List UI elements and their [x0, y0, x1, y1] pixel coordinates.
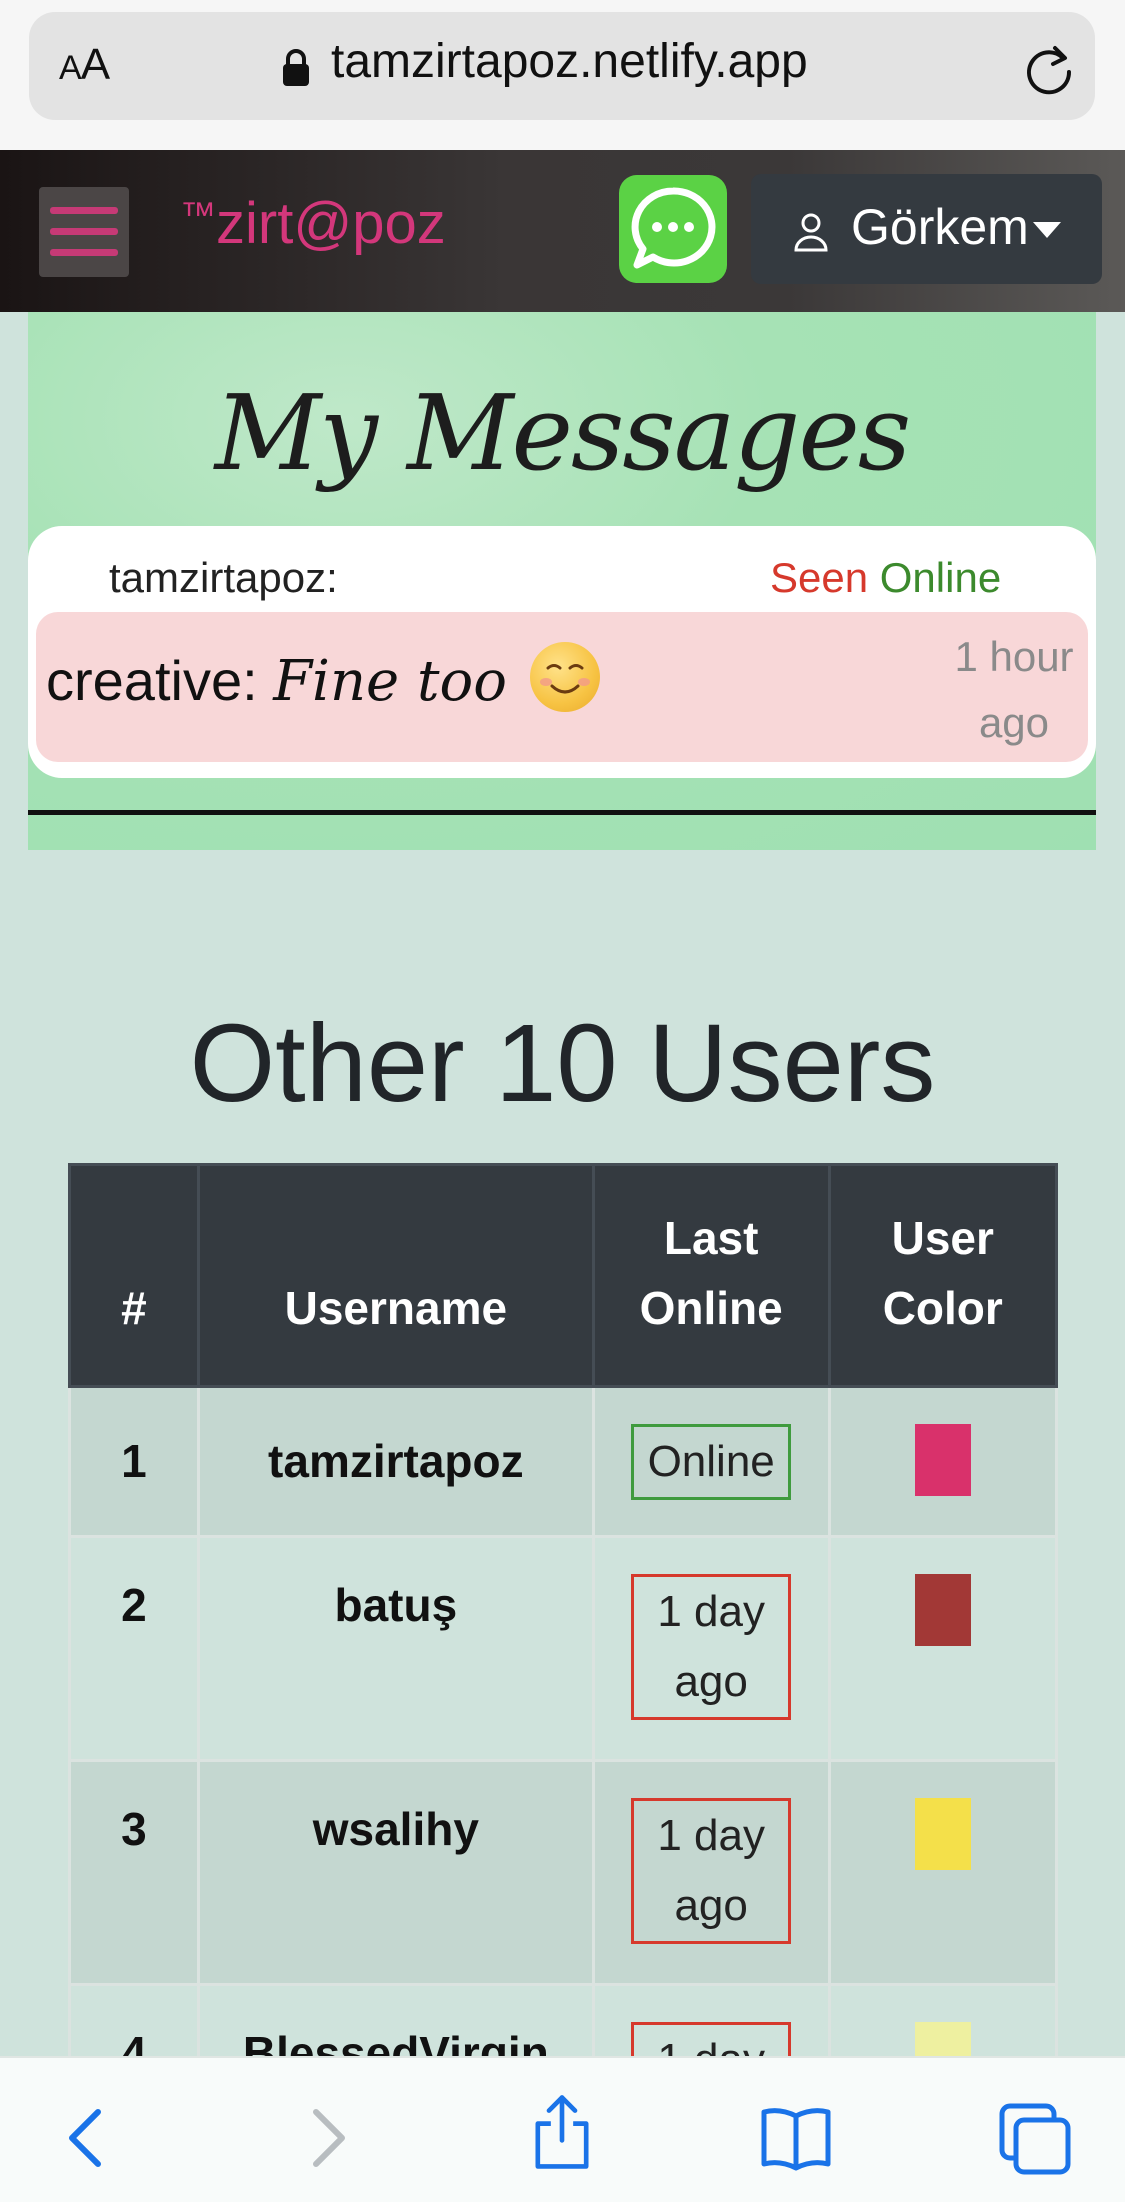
chat-bubble-icon — [631, 187, 716, 269]
text-size-button[interactable]: AA — [59, 40, 110, 90]
users-title: Other 10 Users — [189, 1002, 936, 1125]
user-color-swatch — [914, 1798, 971, 1870]
last-online-badge: 1 day ago — [631, 1574, 792, 1720]
table-row[interactable]: 1 tamzirtapoz Online — [68, 1385, 1058, 1538]
last-online-badge: 1 day ago — [631, 1798, 792, 1944]
chat-button[interactable] — [619, 175, 727, 283]
message-sender: creative: — [46, 649, 258, 712]
reload-icon[interactable] — [1019, 40, 1079, 100]
brand-logo[interactable]: ™zirt@poz — [180, 190, 446, 257]
book-icon[interactable] — [756, 2098, 836, 2178]
col-header-number: # — [68, 1163, 200, 1388]
row-number: 3 — [68, 1759, 200, 1986]
share-icon[interactable] — [522, 2092, 602, 2172]
row-username[interactable]: wsalihy — [196, 1759, 595, 1986]
user-dropdown-button[interactable]: Görkem — [751, 174, 1102, 284]
hamburger-icon[interactable] — [39, 187, 129, 277]
row-username[interactable]: tamzirtapoz — [196, 1385, 595, 1538]
browser-toolbar — [0, 2056, 1125, 2202]
url-text: tamzirtapoz.netlify.app — [331, 35, 808, 88]
user-name: Görkem — [851, 199, 1029, 255]
person-icon — [794, 213, 828, 252]
table-header-row: # Username Last Online User Color — [68, 1163, 1058, 1388]
user-color-swatch — [914, 1424, 971, 1496]
col-header-username: Username — [196, 1163, 595, 1388]
message-status: Seen Online — [770, 554, 1002, 601]
app-navbar: ™zirt@poz Görkem — [0, 150, 1125, 312]
chevron-down-icon — [1033, 222, 1061, 238]
table-row[interactable]: 2 batuş 1 day ago — [68, 1535, 1058, 1762]
browser-address-bar: AA tamzirtapoz.netlify.app — [0, 0, 1125, 150]
smiling-face-emoji-icon — [530, 642, 601, 712]
back-icon[interactable] — [46, 2098, 126, 2178]
user-color-swatch — [914, 1574, 971, 1646]
last-online-badge: Online — [631, 1424, 792, 1500]
forward-icon[interactable] — [288, 2098, 368, 2178]
divider — [28, 810, 1096, 815]
message-time: 1 hour ago — [954, 633, 1074, 746]
col-header-user-color: User Color — [827, 1163, 1058, 1388]
users-table: # Username Last Online User Color 1 tamz… — [68, 1163, 1058, 2202]
message-card[interactable]: tamzirtapoz: Seen Online creative: Fine … — [28, 526, 1096, 778]
message-bubble[interactable]: creative: Fine too 1 hour ago — [36, 612, 1088, 762]
row-number: 1 — [68, 1385, 200, 1538]
message-body: Fine too — [273, 649, 507, 714]
table-row[interactable]: 3 wsalihy 1 day ago — [68, 1759, 1058, 1986]
row-username[interactable]: batuş — [196, 1535, 595, 1762]
lock-icon — [283, 49, 309, 86]
col-header-last-online: Last Online — [591, 1163, 831, 1388]
row-number: 2 — [68, 1535, 200, 1762]
message-text: creative: Fine too — [46, 642, 601, 714]
messages-section: My Messages tamzirtapoz: Seen Online cre… — [28, 312, 1096, 850]
message-conversation-name: tamzirtapoz: — [109, 554, 338, 601]
tabs-icon[interactable] — [996, 2098, 1076, 2178]
url-field[interactable]: AA tamzirtapoz.netlify.app — [29, 12, 1095, 120]
messages-title: My Messages — [214, 372, 912, 494]
